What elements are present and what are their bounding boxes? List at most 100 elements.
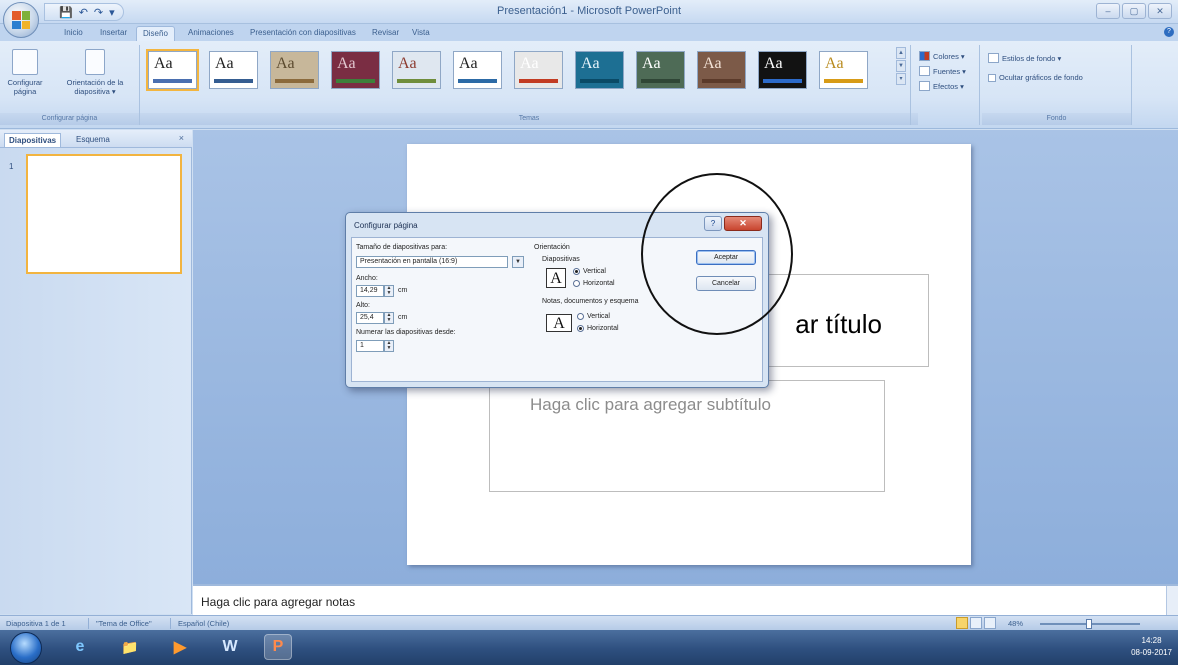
height-spinner[interactable]: ▲ ▼: [384, 312, 394, 324]
start-button[interactable]: [10, 632, 42, 664]
slide-thumbnail[interactable]: [26, 154, 182, 274]
powerpoint-icon[interactable]: P: [264, 634, 292, 660]
hide-background-graphics-checkbox[interactable]: Ocultar gráficos de fondo: [988, 73, 1083, 82]
theme-option[interactable]: Aa: [758, 51, 807, 89]
colors-label: Colores ▾: [933, 51, 965, 61]
zoom-slider[interactable]: [1040, 619, 1140, 629]
file-explorer-icon[interactable]: 📁: [116, 634, 144, 660]
slides-horizontal-radio[interactable]: Horizontal: [573, 280, 615, 287]
notes-pane[interactable]: Haga clic para agregar notas: [193, 584, 1178, 615]
height-input[interactable]: 25,4: [356, 312, 384, 324]
slide-count-status: Diapositiva 1 de 1: [6, 619, 66, 628]
background-group: Estilos de fondo ▾ Ocultar gráficos de f…: [982, 45, 1132, 125]
slide-orientation-button[interactable]: Orientación de la diapositiva ▾: [54, 49, 136, 96]
width-input[interactable]: 14,29: [356, 285, 384, 297]
theme-option[interactable]: Aa: [636, 51, 685, 89]
theme-option[interactable]: Aa: [331, 51, 380, 89]
close-window-button[interactable]: ✕: [1148, 3, 1172, 19]
notes-placeholder-text: Haga clic para agregar notas: [201, 595, 356, 609]
notes-vertical-label: Vertical: [587, 313, 610, 320]
slide-sorter-view-icon[interactable]: [970, 617, 982, 629]
notes-vertical-radio[interactable]: Vertical: [577, 313, 610, 320]
theme-color-bar: [397, 79, 436, 83]
tab-diseno[interactable]: Diseño: [136, 26, 175, 41]
fonts-label: Fuentes ▾: [933, 66, 966, 76]
word-icon[interactable]: W: [216, 634, 244, 660]
theme-sample-text: Aa: [703, 55, 722, 72]
theme-option[interactable]: Aa: [209, 51, 258, 89]
slideshow-view-icon[interactable]: [984, 617, 996, 629]
theme-option[interactable]: Aa: [697, 51, 746, 89]
effects-button[interactable]: Efectos ▾: [919, 81, 964, 91]
status-bar: Diapositiva 1 de 1 "Tema de Office" Espa…: [0, 615, 1178, 630]
gallery-up-icon[interactable]: ▲: [896, 47, 906, 59]
theme-option[interactable]: Aa: [819, 51, 868, 89]
maximize-button[interactable]: ▢: [1122, 3, 1146, 19]
theme-gallery-scroll: ▲ ▼ ▾: [896, 47, 906, 85]
theme-status: "Tema de Office": [96, 619, 152, 628]
minimize-button[interactable]: –: [1096, 3, 1120, 19]
theme-option[interactable]: Aa: [146, 49, 199, 91]
fonts-icon: [919, 66, 930, 76]
theme-option[interactable]: Aa: [453, 51, 502, 89]
tab-presentacion[interactable]: Presentación con diapositivas: [244, 26, 362, 41]
background-styles-icon: [988, 53, 999, 63]
effects-icon: [919, 81, 930, 91]
language-status[interactable]: Español (Chile): [178, 619, 229, 628]
width-spinner[interactable]: ▲ ▼: [384, 285, 394, 297]
slides-panel: Diapositivas Esquema × 1: [0, 130, 192, 614]
tab-animaciones[interactable]: Animaciones: [182, 26, 240, 41]
theme-option[interactable]: Aa: [392, 51, 441, 89]
width-unit: cm: [398, 287, 408, 294]
status-divider: [170, 618, 171, 629]
tab-revisar[interactable]: Revisar: [366, 26, 405, 41]
page-setup-icon: [12, 49, 38, 75]
tab-esquema[interactable]: Esquema: [72, 133, 114, 147]
close-panel-icon[interactable]: ×: [179, 133, 184, 143]
help-icon[interactable]: ?: [1164, 27, 1174, 37]
gallery-down-icon[interactable]: ▼: [896, 60, 906, 72]
number-from-spinner[interactable]: ▲ ▼: [384, 340, 394, 352]
theme-color-bar: [275, 79, 314, 83]
height-unit: cm: [398, 314, 408, 321]
tab-diapositivas[interactable]: Diapositivas: [4, 133, 62, 147]
theme-option[interactable]: Aa: [575, 51, 624, 89]
slide-size-dropdown-icon[interactable]: ▼: [512, 256, 524, 268]
tab-insertar[interactable]: Insertar: [94, 26, 133, 41]
tab-vista[interactable]: Vista: [406, 26, 436, 41]
gallery-more-icon[interactable]: ▾: [896, 73, 906, 85]
media-player-icon[interactable]: ▶: [166, 634, 194, 660]
normal-view-icon[interactable]: [956, 617, 968, 629]
internet-explorer-icon[interactable]: e: [66, 634, 94, 660]
fonts-button[interactable]: Fuentes ▾: [919, 66, 966, 76]
office-button[interactable]: [3, 2, 39, 38]
notes-orientation-label: Notas, documentos y esquema: [542, 298, 639, 305]
colors-button[interactable]: Colores ▾: [919, 51, 965, 61]
slide-size-select[interactable]: Presentación en pantalla (16:9): [356, 256, 508, 268]
number-from-input[interactable]: 1: [356, 340, 384, 352]
radio-icon: [573, 280, 580, 287]
theme-color-bar: [641, 79, 680, 83]
theme-color-bar: [824, 79, 863, 83]
theme-sample-text: Aa: [337, 55, 356, 72]
window-controls: – ▢ ✕: [1096, 3, 1172, 19]
theme-option[interactable]: Aa: [270, 51, 319, 89]
theme-sample-text: Aa: [276, 55, 295, 72]
clock[interactable]: 14:28 08-09-2017: [1131, 635, 1172, 659]
colors-icon: [919, 51, 930, 61]
zoom-slider-thumb[interactable]: [1086, 619, 1092, 629]
slides-vertical-radio[interactable]: Vertical: [573, 268, 606, 275]
theme-sample-text: Aa: [215, 55, 234, 72]
theme-option[interactable]: Aa: [514, 51, 563, 89]
zoom-level[interactable]: 48%: [1008, 619, 1023, 628]
tab-inicio[interactable]: Inicio: [58, 26, 89, 41]
page-setup-button[interactable]: Configurar página: [2, 49, 48, 96]
subtitle-placeholder[interactable]: Haga clic para agregar subtítulo: [489, 380, 885, 492]
notes-horizontal-radio[interactable]: Horizontal: [577, 325, 619, 332]
background-styles-button[interactable]: Estilos de fondo ▾: [988, 53, 1061, 63]
panel-tabs: Diapositivas Esquema ×: [0, 130, 192, 148]
theme-sample-text: Aa: [398, 55, 417, 72]
notes-scrollbar[interactable]: [1166, 586, 1178, 615]
clock-time: 14:28: [1141, 636, 1162, 645]
theme-options-group: Colores ▾ Fuentes ▾ Efectos ▾: [910, 45, 980, 125]
